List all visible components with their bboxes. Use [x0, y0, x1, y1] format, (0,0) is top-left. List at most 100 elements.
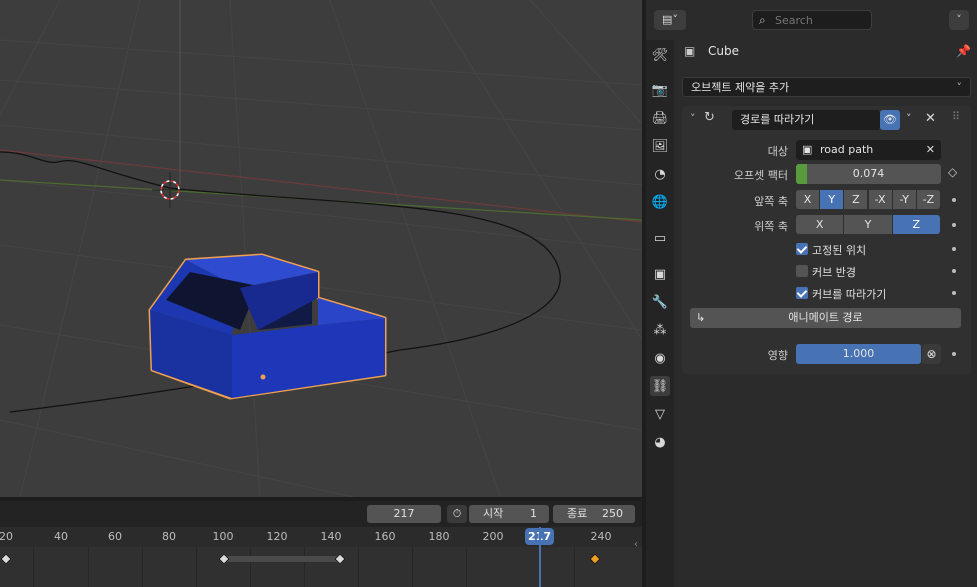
properties-editor: ▤˅ ⌕ ˅ 🛠 📷 🖨 🖼 ◔ 🌐 ▭ ▣ 🔧 ⁂ ◉ ⛓ ▽ ◕ ▣ Cube 📌 오브젝트 제약을 …	[646, 0, 977, 587]
render-tab-icon[interactable]: 📷	[650, 80, 670, 100]
fixed-position-label: 고정된 위치	[812, 244, 867, 257]
influence-label: 영향	[767, 349, 788, 362]
offset-factor-label: 오프셋 팩터	[733, 169, 788, 182]
animate-dot-icon[interactable]	[952, 247, 956, 251]
constraint-name-field[interactable]: 경로를 따라가기	[732, 110, 880, 130]
offset-factor-slider[interactable]: 0.074	[796, 164, 941, 184]
start-value: 1	[530, 507, 537, 520]
tick-label: 40	[54, 530, 68, 543]
influence-value: 1.000	[842, 347, 875, 360]
animate-path-label: 애니메이트 경로	[788, 311, 863, 324]
target-label: 대상	[767, 145, 788, 158]
follow-curve-checkbox[interactable]	[796, 287, 808, 299]
frame-gridline	[88, 547, 89, 587]
constraint-menu-chevron-icon[interactable]: ˅	[906, 112, 912, 125]
search-field[interactable]: ⌕	[752, 10, 872, 30]
target-field[interactable]: ▣ road path ✕	[796, 140, 941, 160]
animate-dot-icon[interactable]	[952, 352, 956, 356]
influence-slider[interactable]: 1.000	[796, 344, 921, 364]
animate-dot-icon[interactable]	[952, 269, 956, 273]
animate-path-icon: ↳	[696, 311, 706, 324]
eye-icon[interactable]: 👁	[880, 110, 900, 130]
end-frame-field[interactable]: 종료 250	[553, 505, 635, 523]
world-tab-icon[interactable]: 🌐	[650, 192, 670, 212]
object-icon: ▣	[684, 44, 696, 58]
modifier-tab-icon[interactable]: 🔧	[650, 292, 670, 312]
material-tab-icon[interactable]: ◕	[650, 432, 670, 452]
add-constraint-dropdown[interactable]: 오브젝트 제약을 추가 ˅	[682, 77, 971, 97]
scene-tab-icon[interactable]: ◔	[650, 164, 670, 184]
frame-gridline	[33, 547, 34, 587]
timeline-header: 217 ⏱ 시작 1 종료 250	[0, 501, 642, 527]
forward-axis-selector: X Y Z -X -Y -Z	[796, 190, 941, 209]
collapse-arrow-icon[interactable]: ‹	[634, 539, 638, 550]
tick-label: 160	[374, 530, 396, 543]
tick-label: 60	[108, 530, 122, 543]
delete-constraint-icon[interactable]: ✕	[925, 111, 936, 126]
stopwatch-icon[interactable]: ⏱	[447, 505, 467, 523]
forward-axis-neg-x[interactable]: -X	[868, 190, 892, 209]
forward-axis-label: 앞쪽 축	[754, 195, 788, 208]
up-axis-y[interactable]: Y	[844, 215, 892, 234]
end-value: 250	[602, 507, 623, 520]
disable-keep-transform-icon[interactable]: ⊗	[922, 344, 941, 364]
forward-axis-x[interactable]: X	[796, 190, 820, 209]
keyframe-diamond-icon[interactable]: ◇	[948, 165, 957, 179]
search-input[interactable]	[775, 12, 867, 28]
up-axis-z[interactable]: Z	[892, 215, 940, 234]
curve-radius-checkbox[interactable]	[796, 265, 808, 277]
playhead-line[interactable]	[539, 527, 541, 587]
options-dropdown-icon[interactable]: ˅	[949, 10, 969, 30]
animate-dot-icon[interactable]	[952, 198, 956, 202]
drag-handle-icon[interactable]: ⠿	[952, 110, 960, 123]
up-axis-x[interactable]: X	[796, 215, 844, 234]
pin-icon[interactable]: 📌	[956, 44, 971, 58]
forward-axis-neg-y[interactable]: -Y	[892, 190, 916, 209]
tick-label: 100	[212, 530, 234, 543]
tick-label: 200	[482, 530, 504, 543]
frame-gridline	[412, 547, 413, 587]
animate-dot-icon[interactable]	[952, 291, 956, 295]
blender-window: 217 ⏱ 시작 1 종료 250 20 40 60 80 100 120 14…	[0, 0, 977, 587]
current-frame-field[interactable]: 217	[367, 505, 441, 523]
tick-label: 80	[162, 530, 176, 543]
follow-curve-label: 커브를 따라가기	[812, 288, 887, 301]
curve-object-icon: ▣	[802, 143, 813, 156]
view-layer-tab-icon[interactable]: 🖼	[650, 136, 670, 156]
animate-dot-icon[interactable]	[952, 223, 956, 227]
fixed-position-checkbox[interactable]	[796, 243, 808, 255]
forward-axis-z[interactable]: Z	[844, 190, 868, 209]
active-keyframe[interactable]	[589, 553, 601, 565]
keyframe[interactable]	[0, 553, 12, 565]
object-name: Cube	[708, 44, 739, 58]
object-tab-icon[interactable]: ▣	[650, 264, 670, 284]
forward-axis-neg-z[interactable]: -Z	[916, 190, 940, 209]
tick-label: 140	[320, 530, 342, 543]
tick-label: 20	[0, 530, 13, 543]
frame-gridline	[142, 547, 143, 587]
3d-cursor-icon[interactable]	[152, 172, 188, 208]
collection-tab-icon[interactable]: ▭	[650, 228, 670, 248]
editor-type-icon[interactable]: ▤˅	[654, 10, 686, 30]
forward-axis-y[interactable]: Y	[820, 190, 844, 209]
up-axis-selector: XYZ	[796, 215, 941, 234]
offset-factor-fill	[796, 164, 807, 184]
data-tab-icon[interactable]: ▽	[650, 404, 670, 424]
car-object[interactable]	[148, 253, 387, 400]
clear-target-icon[interactable]: ✕	[926, 140, 935, 160]
timeline-ruler[interactable]: 20 40 60 80 100 120 140 160 180 200 240 …	[0, 527, 642, 547]
collapse-chevron-icon[interactable]: ˅	[690, 112, 696, 125]
constraint-panel: ˅ ↻ 경로를 따라가기 👁 ˅ ✕ ⠿ 대상 ▣ road path ✕ 오프…	[682, 106, 971, 374]
physics-tab-icon[interactable]: ◉	[650, 348, 670, 368]
timeline-tracks[interactable]: ‹	[0, 527, 642, 587]
viewport-scene	[0, 0, 642, 497]
curve-radius-label: 커브 반경	[812, 266, 856, 279]
animate-path-button[interactable]: ↳ 애니메이트 경로	[690, 308, 961, 328]
tool-tab-icon[interactable]: 🛠	[650, 45, 670, 65]
particles-tab-icon[interactable]: ⁂	[650, 320, 670, 340]
search-icon: ⌕	[759, 13, 766, 27]
3d-viewport[interactable]	[0, 0, 642, 497]
output-tab-icon[interactable]: 🖨	[650, 108, 670, 128]
start-frame-field[interactable]: 시작 1	[469, 505, 549, 523]
constraints-tab-icon[interactable]: ⛓	[650, 376, 670, 396]
